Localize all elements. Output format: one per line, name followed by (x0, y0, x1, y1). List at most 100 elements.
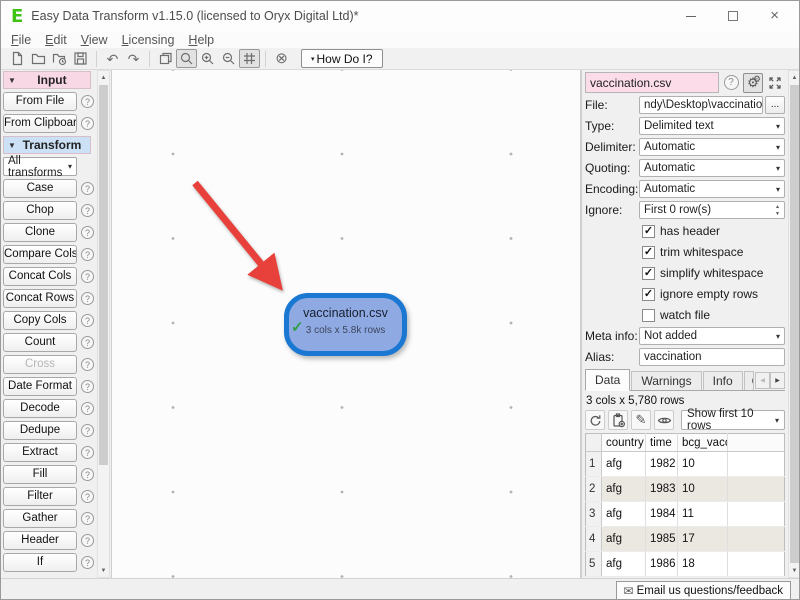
settings-button[interactable]: ⚙ ⚙ (743, 73, 763, 93)
scroll-down-icon[interactable]: ▼ (98, 564, 109, 577)
save-button[interactable] (70, 49, 91, 68)
alias-field[interactable]: vaccination (639, 348, 785, 366)
undo-button[interactable]: ↶ (102, 49, 123, 68)
column-header-bcg-vacc[interactable]: bcg_vacc (678, 434, 728, 452)
spin-down-icon[interactable]: ▼ (775, 211, 780, 217)
zoom-out-button[interactable] (218, 49, 239, 68)
tab-scroll-right-icon[interactable]: ▶ (770, 372, 785, 389)
redo-button[interactable]: ↷ (123, 49, 144, 68)
new-file-button[interactable] (7, 49, 28, 68)
table-row[interactable]: 3afg198411 (586, 502, 785, 527)
quoting-select[interactable]: Automatic▾ (639, 159, 785, 177)
transform-dedupe-button[interactable]: Dedupe (3, 421, 77, 440)
table-row[interactable]: 5afg198618 (586, 552, 785, 577)
column-header-time[interactable]: time (646, 434, 678, 452)
file-path-field[interactable]: ndy\Desktop\vaccination.csv (639, 96, 763, 114)
help-icon[interactable]: ? (81, 468, 94, 481)
type-select[interactable]: Delimited text▾ (639, 117, 785, 135)
table-row[interactable]: 4afg198517 (586, 527, 785, 552)
table-row[interactable]: 2afg198310 (586, 477, 785, 502)
expand-button[interactable] (765, 73, 785, 93)
help-icon[interactable]: ? (81, 556, 94, 569)
transform-copy-cols-button[interactable]: Copy Cols (3, 311, 77, 330)
transform-date-format-button[interactable]: Date Format (3, 377, 77, 396)
menu-file[interactable]: File (4, 33, 38, 47)
tab-scroll-left-icon[interactable]: ◀ (755, 372, 770, 389)
help-icon[interactable]: ? (81, 446, 94, 459)
table-cell[interactable]: 1986 (646, 552, 678, 577)
transform-filter-button[interactable]: Filter (3, 487, 77, 506)
how-do-i-button[interactable]: ▾ How Do I? (301, 49, 383, 68)
help-icon[interactable]: ? (81, 182, 94, 195)
transform-fill-button[interactable]: Fill (3, 465, 77, 484)
workflow-canvas[interactable]: vaccination.csv 3 cols x 5.8k rows ✓ (111, 70, 581, 578)
transform-extract-button[interactable]: Extract (3, 443, 77, 462)
menu-help[interactable]: Help (181, 33, 221, 47)
search-button[interactable] (176, 49, 197, 68)
view-button[interactable] (654, 410, 674, 430)
help-icon[interactable]: ? (81, 424, 94, 437)
table-cell[interactable]: 10 (678, 452, 728, 477)
zoom-in-button[interactable] (197, 49, 218, 68)
transform-header-button[interactable]: Header (3, 531, 77, 550)
transform-count-button[interactable]: Count (3, 333, 77, 352)
refresh-button[interactable] (585, 410, 605, 430)
sidebar-scrollbar[interactable]: ▲ ▼ (97, 70, 110, 578)
dataset-node-vaccination[interactable]: vaccination.csv 3 cols x 5.8k rows ✓ (284, 293, 407, 356)
help-icon[interactable]: ? (81, 402, 94, 415)
spin-up-icon[interactable]: ▲ (775, 204, 780, 210)
scroll-up-icon[interactable]: ▲ (789, 71, 800, 84)
help-icon[interactable]: ? (81, 534, 94, 547)
table-cell[interactable]: 18 (678, 552, 728, 577)
edit-button[interactable]: ✎ (631, 410, 651, 430)
row-number[interactable]: 3 (586, 502, 602, 527)
transform-case-button[interactable]: Case (3, 179, 77, 198)
help-icon[interactable]: ? (81, 270, 94, 283)
help-icon[interactable]: ? (81, 314, 94, 327)
cancel-button[interactable]: ⊗ (271, 49, 292, 68)
help-icon[interactable]: ? (81, 336, 94, 349)
column-header-country[interactable]: country (602, 434, 646, 452)
table-cell[interactable]: afg (602, 502, 646, 527)
open-recent-button[interactable] (49, 49, 70, 68)
table-cell[interactable]: 1984 (646, 502, 678, 527)
transform-filter-select[interactable]: All transforms ▾ (3, 157, 77, 176)
transform-clone-button[interactable]: Clone (3, 223, 77, 242)
transform-concat-rows-button[interactable]: Concat Rows (3, 289, 77, 308)
transform-chop-button[interactable]: Chop (3, 201, 77, 220)
selected-node-title-field[interactable]: vaccination.csv (585, 72, 719, 93)
help-icon[interactable]: ? (81, 226, 94, 239)
table-cell[interactable]: 10 (678, 477, 728, 502)
delimiter-select[interactable]: Automatic▾ (639, 138, 785, 156)
transform-if-button[interactable]: If (3, 553, 77, 572)
input-section-header[interactable]: ▼ Input (3, 71, 91, 89)
row-number[interactable]: 5 (586, 552, 602, 577)
checkbox-trim-whitespace[interactable]: ✓ (642, 246, 655, 259)
table-cell[interactable]: afg (602, 452, 646, 477)
table-cell[interactable]: 17 (678, 527, 728, 552)
scroll-down-icon[interactable]: ▼ (789, 564, 800, 577)
table-cell[interactable]: afg (602, 477, 646, 502)
help-icon[interactable]: ? (81, 204, 94, 217)
tab-warnings[interactable]: Warnings (631, 371, 701, 390)
help-icon[interactable]: ? (81, 512, 94, 525)
checkbox-has-header[interactable]: ✓ (642, 225, 655, 238)
scrollbar-thumb[interactable] (790, 85, 799, 563)
table-cell[interactable]: 1983 (646, 477, 678, 502)
transform-section-header[interactable]: ▼ Transform (3, 136, 91, 154)
inspector-scrollbar[interactable]: ▲ ▼ (788, 70, 800, 578)
help-icon[interactable]: ? (81, 95, 94, 108)
table-cell[interactable]: afg (602, 527, 646, 552)
table-cell[interactable]: 1982 (646, 452, 678, 477)
help-icon[interactable]: ? (81, 292, 94, 305)
help-icon[interactable]: ? (81, 380, 94, 393)
meta-info-select[interactable]: Not added▾ (639, 327, 785, 345)
transform-compare-cols-button[interactable]: Compare Cols (3, 245, 77, 264)
minimize-icon[interactable] (686, 16, 696, 17)
feedback-button[interactable]: ✉ Email us questions/feedback (616, 581, 791, 600)
browse-button[interactable]: ... (765, 96, 785, 114)
checkbox-simplify-whitespace[interactable]: ✓ (642, 267, 655, 280)
data-preview-table[interactable]: country time bcg_vacc 1afg1982102afg1983… (585, 433, 785, 577)
help-icon[interactable]: ? (81, 117, 94, 130)
transform-gather-button[interactable]: Gather (3, 509, 77, 528)
